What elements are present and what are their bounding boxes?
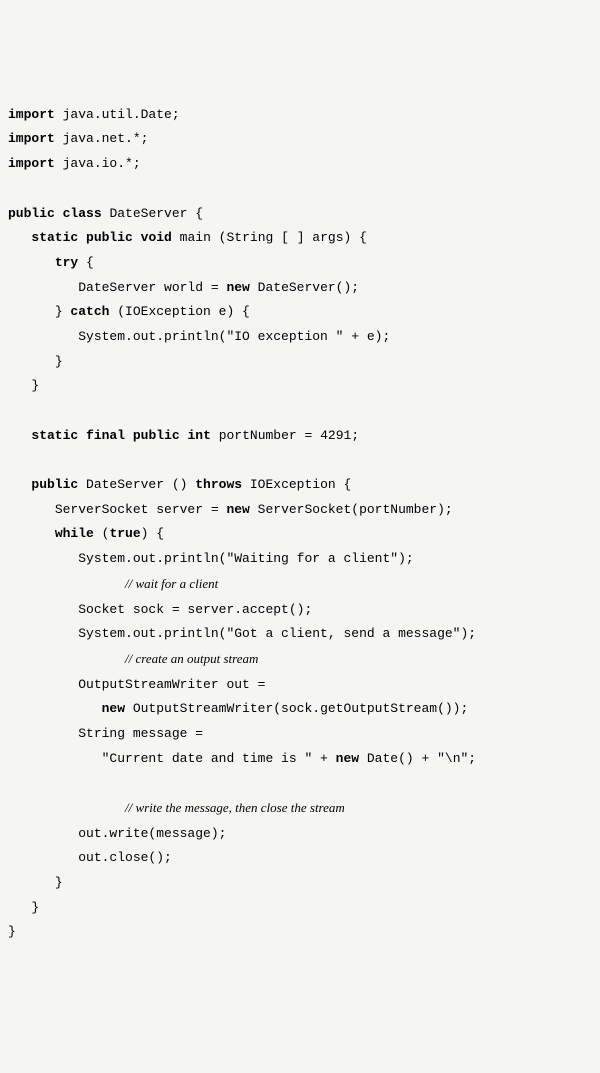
code-text: DateServer();: [250, 280, 359, 295]
code-text: Date() + "\n";: [359, 751, 476, 766]
code-keyword: void: [141, 230, 172, 245]
code-text: System.out.println("Got a client, send a…: [78, 626, 476, 641]
code-line: Socket sock = server.accept();: [8, 602, 312, 617]
code-text: out.write(message);: [78, 826, 226, 841]
code-line: }: [8, 378, 39, 393]
code-text: }: [55, 354, 63, 369]
code-line: System.out.println("Got a client, send a…: [8, 626, 476, 641]
code-keyword: new: [336, 751, 359, 766]
code-keyword: final: [86, 428, 125, 443]
code-keyword: catch: [70, 304, 109, 319]
code-line: static public void main (String [ ] args…: [8, 230, 367, 245]
code-text: }: [55, 304, 71, 319]
code-line: System.out.println("Waiting for a client…: [8, 551, 414, 566]
code-keyword: static: [31, 428, 78, 443]
code-text: }: [55, 875, 63, 890]
code-keyword: import: [8, 156, 55, 171]
code-line: import java.net.*;: [8, 131, 148, 146]
code-keyword: int: [187, 428, 210, 443]
code-keyword: public: [31, 477, 78, 492]
code-line: // create an output stream: [8, 652, 258, 667]
code-text: (IOException e) {: [109, 304, 249, 319]
code-line: new OutputStreamWriter(sock.getOutputStr…: [8, 701, 468, 716]
code-keyword: static: [31, 230, 78, 245]
code-keyword: class: [63, 206, 102, 221]
code-text: "Current date and time is " +: [102, 751, 336, 766]
code-text: java.util.Date;: [55, 107, 180, 122]
code-text: main (String [ ] args) {: [172, 230, 367, 245]
code-text: [78, 230, 86, 245]
code-keyword: new: [226, 502, 249, 517]
code-line: ServerSocket server = new ServerSocket(p…: [8, 502, 453, 517]
code-line: } catch (IOException e) {: [8, 304, 250, 319]
code-keyword: public: [8, 206, 55, 221]
code-line: }: [8, 924, 16, 939]
code-line: }: [8, 875, 63, 890]
code-text: [55, 206, 63, 221]
code-text: java.io.*;: [55, 156, 141, 171]
code-keyword: new: [226, 280, 249, 295]
code-text: DateServer (): [78, 477, 195, 492]
code-line: public DateServer () throws IOException …: [8, 477, 351, 492]
code-keyword: public: [133, 428, 180, 443]
code-line: while (true) {: [8, 526, 164, 541]
code-line: // wait for a client: [8, 577, 218, 592]
code-line: DateServer world = new DateServer();: [8, 280, 359, 295]
code-text: OutputStreamWriter out =: [78, 677, 265, 692]
code-line: try {: [8, 255, 94, 270]
code-text: out.close();: [78, 850, 172, 865]
code-comment: // write the message, then close the str…: [125, 800, 345, 815]
code-text: }: [8, 924, 16, 939]
code-text: System.out.println("IO exception " + e);: [78, 329, 390, 344]
code-text: ServerSocket(portNumber);: [250, 502, 453, 517]
code-text: OutputStreamWriter(sock.getOutputStream(…: [125, 701, 468, 716]
code-text: }: [31, 900, 39, 915]
code-line: static final public int portNumber = 429…: [8, 428, 359, 443]
code-comment: // create an output stream: [125, 651, 258, 666]
code-line: import java.util.Date;: [8, 107, 180, 122]
code-keyword: true: [109, 526, 140, 541]
code-text: {: [78, 255, 94, 270]
code-line: out.write(message);: [8, 826, 226, 841]
code-line: public class DateServer {: [8, 206, 203, 221]
code-line: System.out.println("IO exception " + e);: [8, 329, 390, 344]
code-text: String message =: [78, 726, 203, 741]
code-keyword: new: [102, 701, 125, 716]
code-text: [78, 428, 86, 443]
code-text: ) {: [141, 526, 164, 541]
code-line: import java.io.*;: [8, 156, 141, 171]
code-line: }: [8, 354, 63, 369]
code-text: [133, 230, 141, 245]
code-text: (: [94, 526, 110, 541]
code-keyword: while: [55, 526, 94, 541]
code-line: // write the message, then close the str…: [8, 801, 345, 816]
code-line: out.close();: [8, 850, 172, 865]
code-keyword: public: [86, 230, 133, 245]
code-comment: // wait for a client: [125, 576, 218, 591]
code-text: IOException {: [242, 477, 351, 492]
code-keyword: throws: [195, 477, 242, 492]
code-block: import java.util.Date; import java.net.*…: [8, 103, 592, 945]
code-text: portNumber = 4291;: [211, 428, 359, 443]
code-text: Socket sock = server.accept();: [78, 602, 312, 617]
code-text: DateServer {: [102, 206, 203, 221]
code-line: OutputStreamWriter out =: [8, 677, 265, 692]
code-keyword: import: [8, 107, 55, 122]
code-text: System.out.println("Waiting for a client…: [78, 551, 413, 566]
code-keyword: try: [55, 255, 78, 270]
code-text: DateServer world =: [78, 280, 226, 295]
code-text: [125, 428, 133, 443]
code-line: "Current date and time is " + new Date()…: [8, 751, 476, 766]
code-keyword: import: [8, 131, 55, 146]
code-text: }: [31, 378, 39, 393]
code-text: ServerSocket server =: [55, 502, 227, 517]
code-line: String message =: [8, 726, 203, 741]
code-line: }: [8, 900, 39, 915]
code-text: java.net.*;: [55, 131, 149, 146]
